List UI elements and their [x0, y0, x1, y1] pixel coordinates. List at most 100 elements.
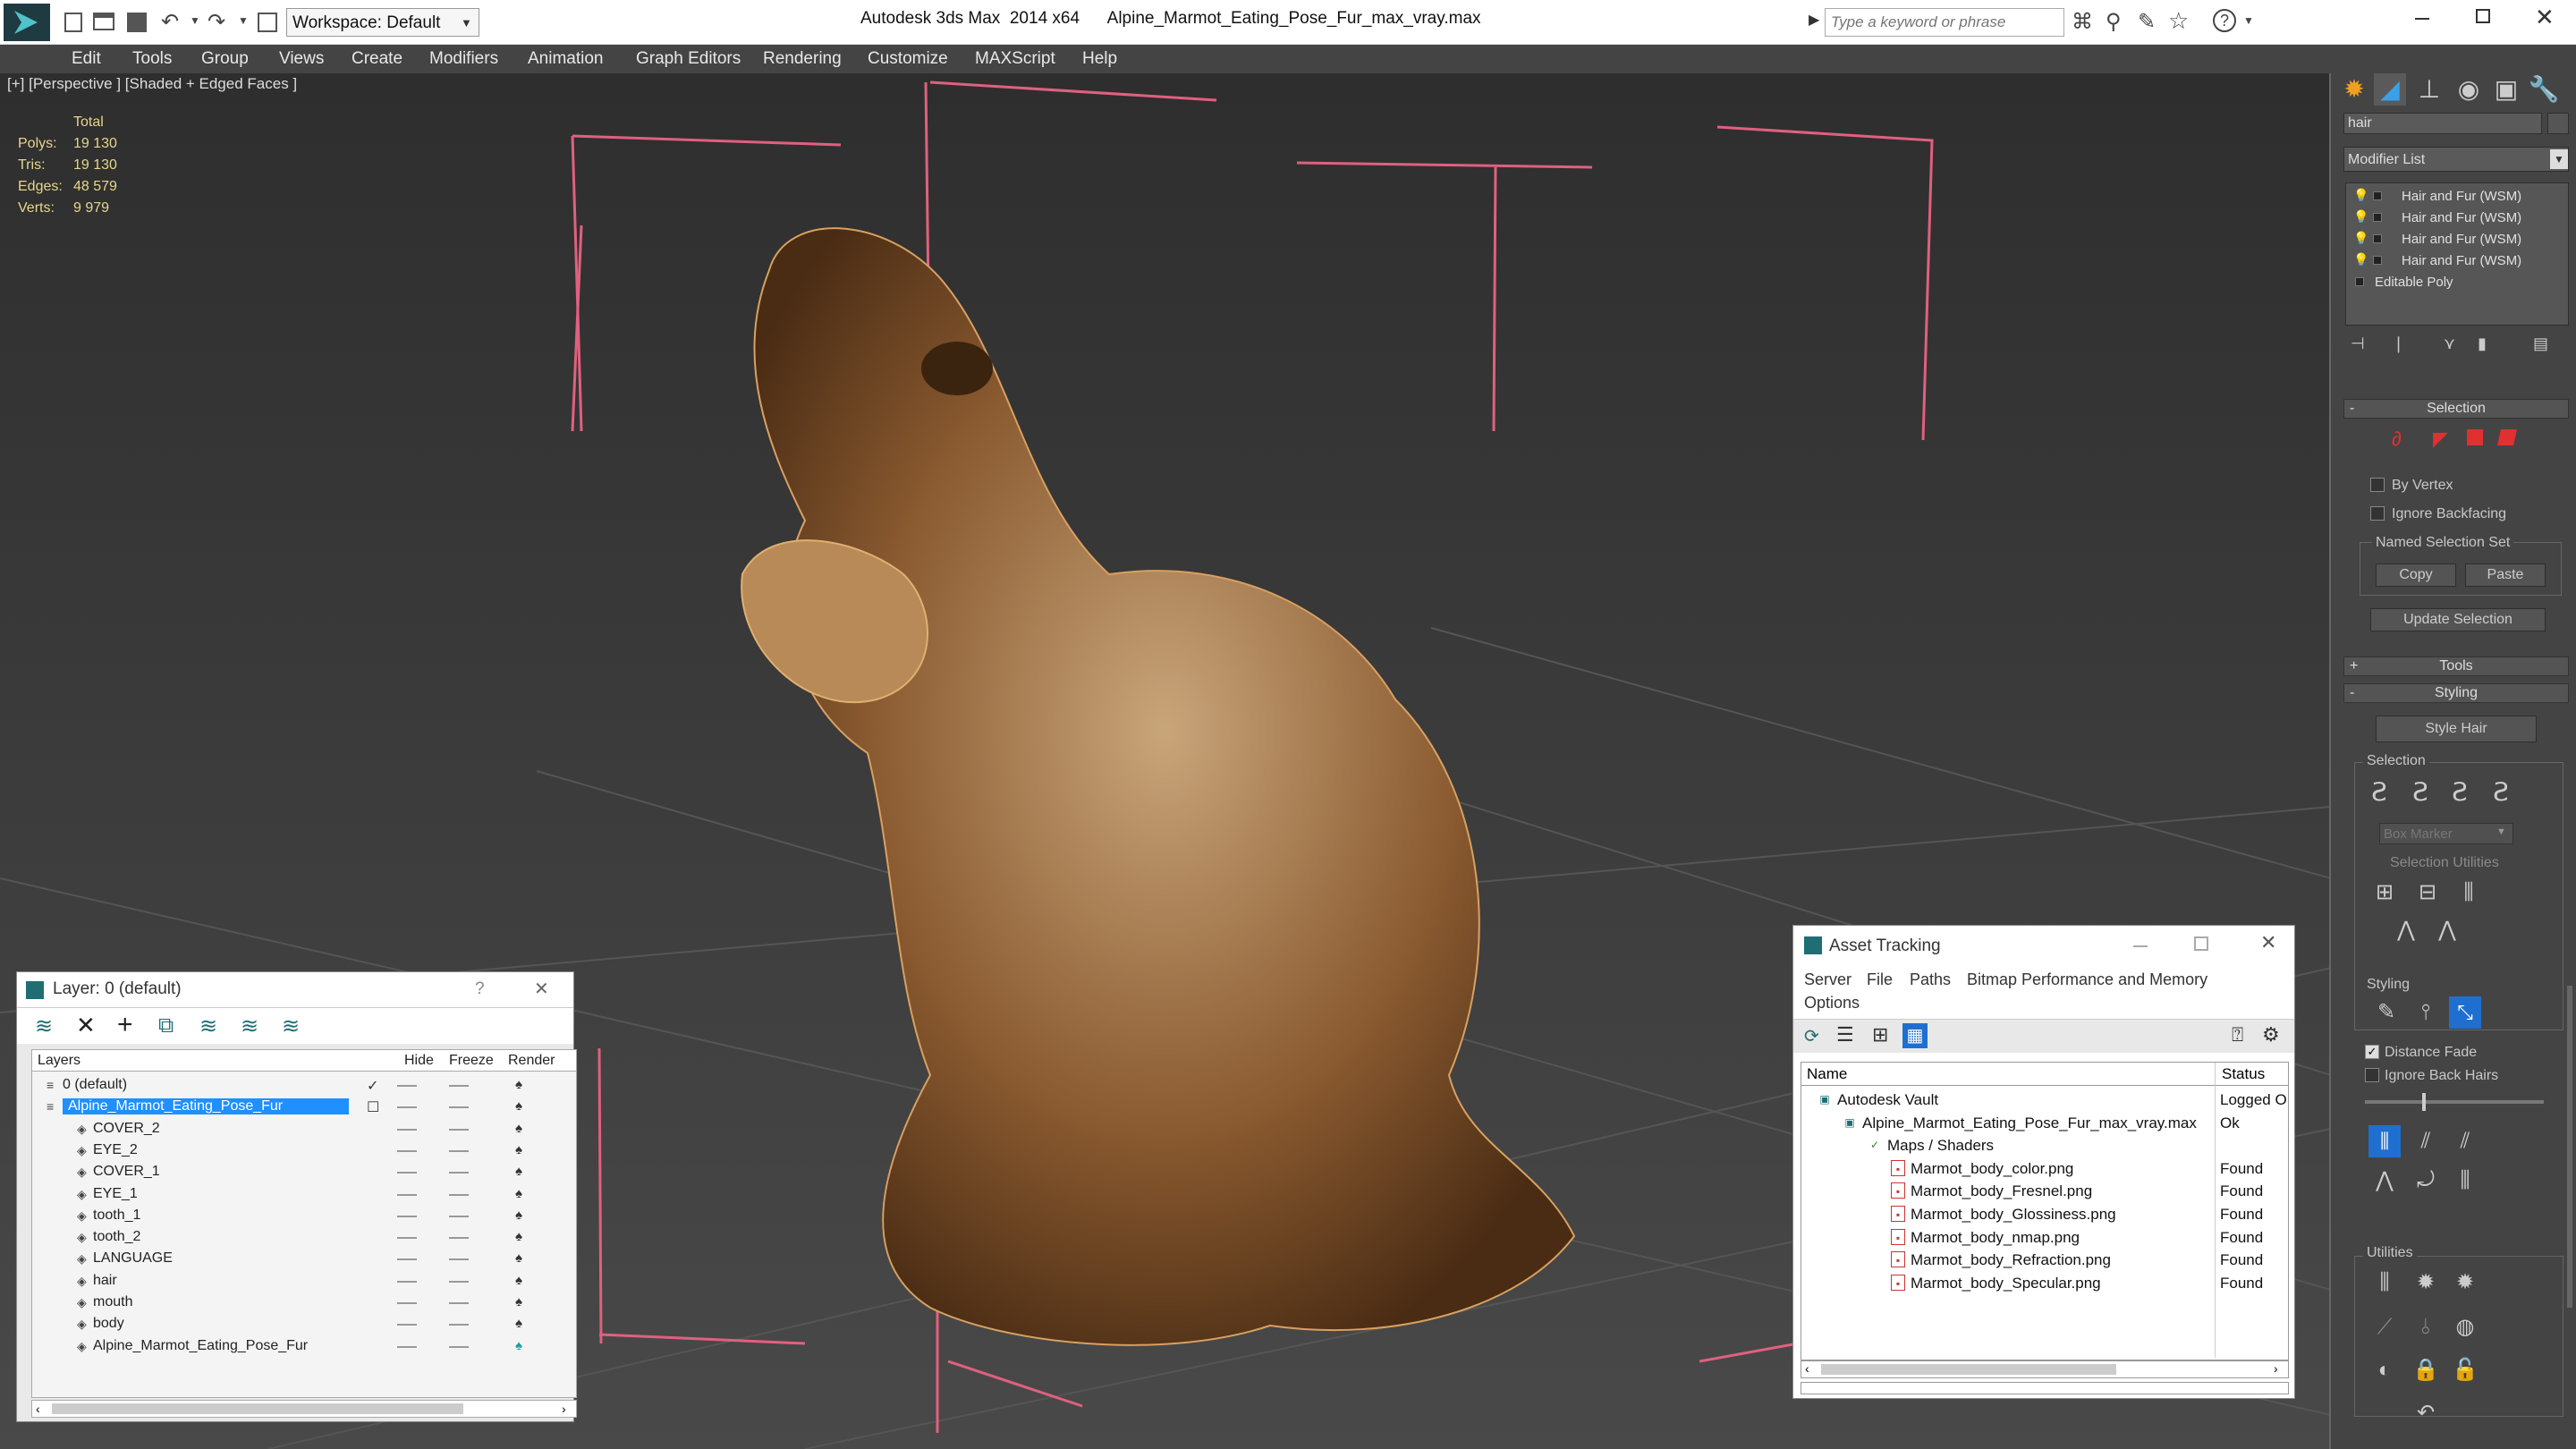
select-guide-vertices-icon[interactable]: Ꙅ [2444, 776, 2476, 809]
layer-hide-toggle[interactable] [397, 1149, 417, 1152]
undo-icon[interactable]: ↶ [161, 9, 179, 35]
stand-tool-icon[interactable]: ⫽ [2410, 1125, 2442, 1157]
asset-row[interactable]: ▪ Marmot_body_Fresnel.png Found [1801, 1181, 2288, 1202]
hierarchy-tab-icon[interactable]: ⊥ [2413, 73, 2445, 106]
scale-tool-icon[interactable]: ⫼ [2449, 1165, 2481, 1197]
layer-hide-toggle[interactable] [397, 1324, 417, 1326]
asset-menu-file[interactable]: File [1867, 970, 1893, 989]
hair-guide-select-icon[interactable]: ∂ [2392, 428, 2402, 451]
layer-row-object[interactable]: ◈ hair ♠ [32, 1271, 574, 1292]
asset-scroll-right-icon[interactable]: › [2274, 1361, 2278, 1376]
command-panel-scrollbar[interactable] [2567, 986, 2572, 1308]
render-teapot-icon[interactable]: ♠ [515, 1098, 522, 1114]
asset-tracking-panel[interactable]: Asset Tracking ✕ Server File Paths Bitma… [1792, 925, 2295, 1399]
layer-freeze-toggle[interactable] [449, 1149, 469, 1152]
asset-row[interactable]: ▣ Autodesk Vault Logged O [1801, 1089, 2288, 1111]
box-marker-dropdown[interactable]: Box Marker ▼ [2379, 823, 2513, 844]
col-hide[interactable]: Hide [404, 1053, 434, 1069]
unlock-icon[interactable]: 🔓 [2449, 1354, 2481, 1386]
render-teapot-icon[interactable]: ♠ [515, 1142, 522, 1157]
modifier-stack-item[interactable]: 💡 Hair and Fur (WSM) [2346, 230, 2566, 250]
search-arrow-icon[interactable]: ▶ [1809, 11, 1819, 29]
redo-icon[interactable]: ↷ [208, 9, 225, 35]
help-icon[interactable]: ? [2213, 9, 2236, 32]
ignore-backfacing-checkbox[interactable] [2370, 506, 2385, 521]
select-objects-icon[interactable]: ⧉ [158, 1013, 174, 1038]
selection-rollout-header[interactable]: - Selection [2343, 399, 2569, 419]
render-teapot-icon[interactable]: ♠ [515, 1164, 522, 1179]
render-teapot-icon[interactable]: ♠ [515, 1250, 522, 1266]
utilities-tab-icon[interactable]: 🔧 [2528, 73, 2560, 106]
scroll-left-icon[interactable]: ‹ [36, 1402, 40, 1416]
select-whole-guide-icon[interactable]: Ꙅ [2404, 776, 2436, 809]
menu-customize[interactable]: Customize [868, 45, 948, 73]
layer-panel-close-icon[interactable]: ✕ [534, 978, 549, 1000]
subscription-icon[interactable]: ⚲ [2106, 9, 2122, 35]
favorites-icon[interactable]: ☆ [2168, 7, 2189, 35]
freeze-all-icon[interactable]: ≋ [282, 1013, 300, 1039]
brush-size-slider[interactable] [2365, 1100, 2544, 1104]
layer-freeze-toggle[interactable] [449, 1324, 469, 1326]
asset-maximize-icon[interactable] [2194, 936, 2208, 951]
translate-tool-icon[interactable]: ⫼ [2368, 1125, 2401, 1157]
project-folder-icon[interactable] [258, 13, 277, 32]
menu-create[interactable]: Create [352, 45, 402, 73]
by-vertex-checkbox[interactable] [2370, 478, 2385, 492]
layer-row-object[interactable]: ◈ EYE_1 ♠ [32, 1184, 574, 1206]
modifier-stack-item[interactable]: Editable Poly [2346, 273, 2566, 292]
distance-fade-checkbox[interactable]: ✓ [2365, 1045, 2379, 1059]
stack-expand-icon[interactable] [2373, 256, 2382, 265]
search-input[interactable] [1825, 8, 2064, 37]
new-file-icon[interactable] [64, 13, 82, 32]
pin-stack-icon[interactable]: ⊣ [2351, 335, 2365, 353]
menu-edit[interactable]: Edit [72, 45, 101, 73]
hair-face-select-icon[interactable] [2467, 429, 2483, 445]
layer-hide-toggle[interactable] [397, 1215, 417, 1217]
asset-hscrollbar[interactable]: ‹ › [1801, 1360, 2289, 1378]
layer-hide-toggle[interactable] [397, 1193, 417, 1196]
asset-scroll-thumb[interactable] [1821, 1364, 2116, 1375]
active-layer-check-icon[interactable]: ✓ [367, 1077, 378, 1095]
asset-menu-paths[interactable]: Paths [1910, 970, 1951, 989]
menu-maxscript[interactable]: MAXScript [975, 45, 1055, 73]
new-layer-icon[interactable]: ≋ [35, 1013, 53, 1039]
hair-brush-icon[interactable]: ✎ [2370, 996, 2402, 1029]
styling-rollout-header[interactable]: - Styling [2343, 683, 2569, 703]
create-tab-icon[interactable]: ✹ [2338, 73, 2370, 106]
col-render[interactable]: Render [508, 1053, 555, 1069]
render-teapot-icon[interactable]: ♠ [515, 1273, 522, 1288]
brush-size-slider-thumb[interactable] [2422, 1093, 2426, 1111]
toggle-collisions-icon[interactable]: ◍ [2449, 1311, 2481, 1343]
rotate-selection-icon[interactable]: ⊟ [2411, 877, 2444, 909]
invert-selection-icon[interactable]: ⊞ [2368, 877, 2401, 909]
lock-icon[interactable]: 🔒 [2410, 1354, 2442, 1386]
active-layer-box-icon[interactable]: ☐ [367, 1098, 379, 1116]
menu-help[interactable]: Help [1082, 45, 1117, 73]
asset-row[interactable]: ▪ Marmot_body_Refraction.png Found [1801, 1250, 2288, 1271]
recomb-icon[interactable]: ⟋ [2368, 1311, 2401, 1343]
stack-expand-icon[interactable] [2373, 191, 2382, 200]
tree-view-icon[interactable]: ⊞ [1872, 1023, 1888, 1046]
asset-row[interactable]: ✓ Maps / Shaders [1801, 1135, 2288, 1157]
asset-menu-options[interactable]: Options [1804, 994, 1860, 1013]
layer-row-object[interactable]: ◈ COVER_2 ♠ [32, 1119, 574, 1140]
update-selection-button[interactable]: Update Selection [2370, 608, 2546, 631]
asset-row[interactable]: ▪ Marmot_body_Specular.png Found [1801, 1273, 2288, 1294]
asset-row[interactable]: ▪ Marmot_body_Glossiness.png Found [1801, 1204, 2288, 1225]
menu-rendering[interactable]: Rendering [763, 45, 842, 73]
layer-freeze-toggle[interactable] [449, 1302, 469, 1304]
undo-dropdown-icon[interactable]: ▼ [190, 14, 200, 27]
light-bulb-icon[interactable]: 💡 [2353, 209, 2368, 225]
show-hidden-icon[interactable]: ⋀ [2431, 914, 2463, 946]
remove-modifier-icon[interactable]: ▮ [2478, 335, 2487, 353]
asset-menu-bitmap[interactable]: Bitmap Performance and Memory [1967, 970, 2207, 989]
modifier-stack-item[interactable]: 💡 Hair and Fur (WSM) [2346, 251, 2566, 271]
communication-icon[interactable]: ✎ [2138, 9, 2156, 35]
render-teapot-icon[interactable]: ♠ [515, 1338, 522, 1353]
puff-roots-icon[interactable]: ⫽ [2449, 1125, 2481, 1157]
col-freeze[interactable]: Freeze [449, 1053, 494, 1069]
app-logo[interactable] [4, 4, 50, 41]
asset-table[interactable]: Name Status ▣ Autodesk Vault Logged O ▣ Alpi… [1801, 1062, 2289, 1360]
ignore-back-hairs-checkbox[interactable] [2365, 1068, 2379, 1082]
layer-row-group[interactable]: ≡ Alpine_Marmot_Eating_Pose_Fur ☐ ♠ [32, 1097, 574, 1118]
